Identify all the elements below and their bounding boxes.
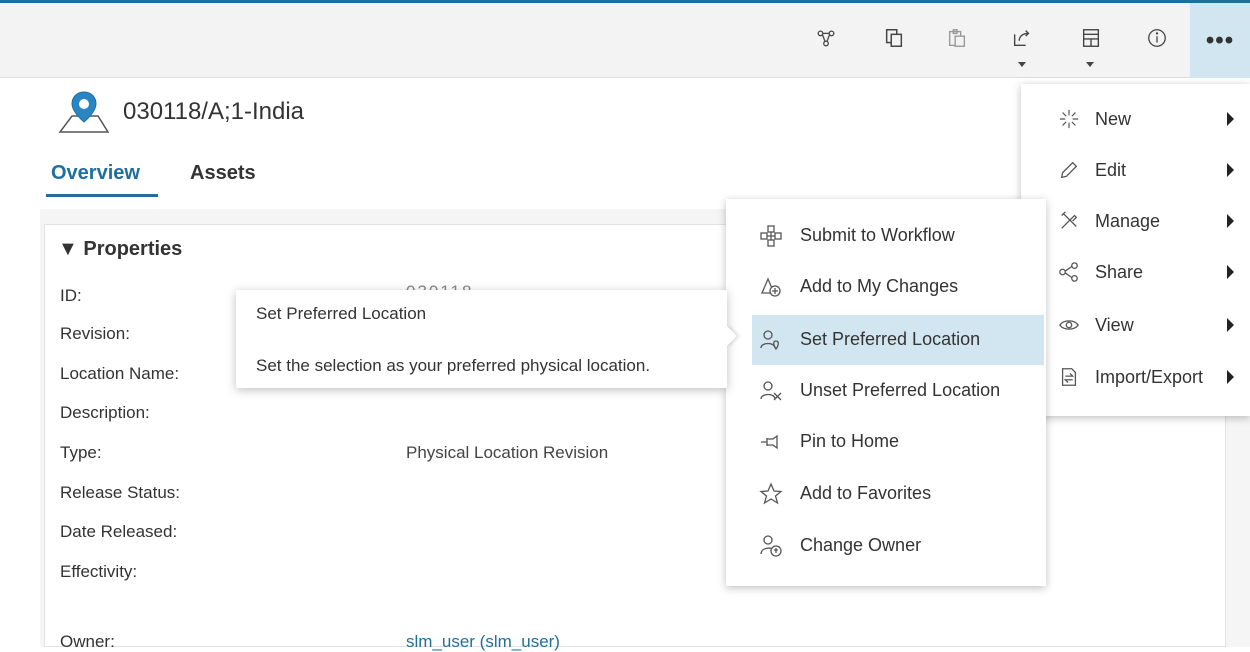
- prop-label-owner: Owner:: [60, 632, 115, 651]
- more-actions-menu: New Edit Manage Share View Import/Export: [1021, 84, 1250, 416]
- menu-item-label: View: [1095, 314, 1134, 335]
- prop-label-id: ID:: [60, 286, 82, 305]
- menu-item-manage[interactable]: Manage: [1021, 198, 1250, 244]
- star-icon: [758, 481, 784, 507]
- eye-icon: [1057, 313, 1081, 337]
- submenu-item-change-owner[interactable]: Change Owner: [726, 523, 1046, 569]
- page-title: 030118/A;1-India: [123, 98, 305, 125]
- submenu-item-label: Submit to Workflow: [800, 225, 955, 245]
- layout-caret-icon: [1086, 62, 1094, 67]
- submenu-item-label: Change Owner: [800, 535, 922, 555]
- submenu-arrow-icon: [1227, 318, 1234, 332]
- menu-item-label: Share: [1095, 261, 1144, 282]
- submenu-arrow-icon: [1227, 163, 1234, 177]
- more-icon: •••: [1205, 26, 1235, 54]
- menu-item-import-export[interactable]: Import/Export: [1021, 354, 1250, 400]
- menu-item-view[interactable]: View: [1021, 302, 1250, 348]
- submenu-item-label: Add to My Changes: [800, 276, 959, 296]
- unset-location-icon: [758, 378, 784, 404]
- sparkle-icon: [1057, 107, 1081, 131]
- prop-label-description: Description:: [60, 403, 150, 422]
- submenu-arrow-icon: [1227, 370, 1234, 384]
- prop-label-location-name: Location Name:: [60, 364, 180, 383]
- submenu-item-unset-preferred-location[interactable]: Unset Preferred Location: [726, 368, 1046, 414]
- pin-icon: [758, 429, 784, 455]
- tab-overview[interactable]: Overview: [51, 162, 140, 185]
- properties-section-toggle[interactable]: ▼ Properties: [58, 238, 182, 261]
- more-button[interactable]: •••: [1190, 3, 1250, 78]
- paste-icon[interactable]: [943, 24, 971, 52]
- menu-item-label: Import/Export: [1095, 366, 1204, 387]
- submenu-item-label: Set Preferred Location: [800, 329, 981, 349]
- copy-icon[interactable]: [880, 24, 908, 52]
- import-export-icon: [1057, 365, 1081, 389]
- menu-item-edit[interactable]: Edit: [1021, 147, 1250, 193]
- prop-label-revision: Revision:: [60, 324, 130, 343]
- tooltip-body: Set the selection as your preferred phys…: [256, 356, 651, 375]
- menu-item-label: Manage: [1095, 210, 1161, 231]
- prop-label-type: Type:: [60, 443, 102, 462]
- submenu-arrow-icon: [1227, 112, 1234, 126]
- manage-submenu: Submit to Workflow Add to My Changes Set…: [726, 199, 1046, 586]
- prop-value-owner[interactable]: slm_user (slm_user): [406, 632, 560, 652]
- workflow-icon: [758, 223, 784, 249]
- submenu-item-submit-to-workflow[interactable]: Submit to Workflow: [726, 213, 1046, 259]
- share-export-icon[interactable]: [1008, 24, 1036, 52]
- prop-label-date-released: Date Released:: [60, 522, 178, 541]
- submenu-arrow-icon: [1227, 265, 1234, 279]
- active-tab-indicator: [46, 194, 158, 197]
- submenu-item-add-to-favorites[interactable]: Add to Favorites: [726, 471, 1046, 517]
- submenu-item-add-to-my-changes[interactable]: Add to My Changes: [726, 264, 1046, 310]
- menu-item-new[interactable]: New: [1021, 96, 1250, 142]
- submenu-item-label: Pin to Home: [800, 431, 900, 451]
- set-location-icon: [758, 327, 784, 353]
- prop-label-release-status: Release Status:: [60, 483, 181, 502]
- submenu-item-set-preferred-location[interactable]: Set Preferred Location: [752, 315, 1044, 365]
- tab-assets[interactable]: Assets: [190, 162, 256, 185]
- submenu-item-label: Add to Favorites: [800, 483, 932, 503]
- top-toolbar: [0, 0, 1250, 78]
- menu-item-label: Edit: [1095, 159, 1127, 180]
- info-icon[interactable]: [1143, 24, 1171, 52]
- submenu-arrow-icon: [1227, 214, 1234, 228]
- tree-structure-icon[interactable]: [812, 24, 840, 52]
- change-owner-icon: [758, 533, 784, 559]
- menu-item-label: New: [1095, 108, 1132, 129]
- menu-item-share[interactable]: Share: [1021, 249, 1250, 295]
- prop-value-type: Physical Location Revision: [406, 443, 609, 462]
- submenu-item-pin-to-home[interactable]: Pin to Home: [726, 419, 1046, 465]
- tooltip-title: Set Preferred Location: [256, 304, 427, 323]
- share-icon: [1057, 260, 1081, 284]
- layout-icon[interactable]: [1077, 24, 1105, 52]
- add-changes-icon: [758, 274, 784, 300]
- prop-label-effectivity: Effectivity:: [60, 562, 138, 581]
- pencil-icon: [1057, 158, 1081, 182]
- submenu-item-label: Unset Preferred Location: [800, 380, 1001, 400]
- location-pin-icon: [58, 88, 110, 136]
- tools-icon: [1057, 209, 1081, 233]
- share-export-caret-icon: [1018, 62, 1026, 67]
